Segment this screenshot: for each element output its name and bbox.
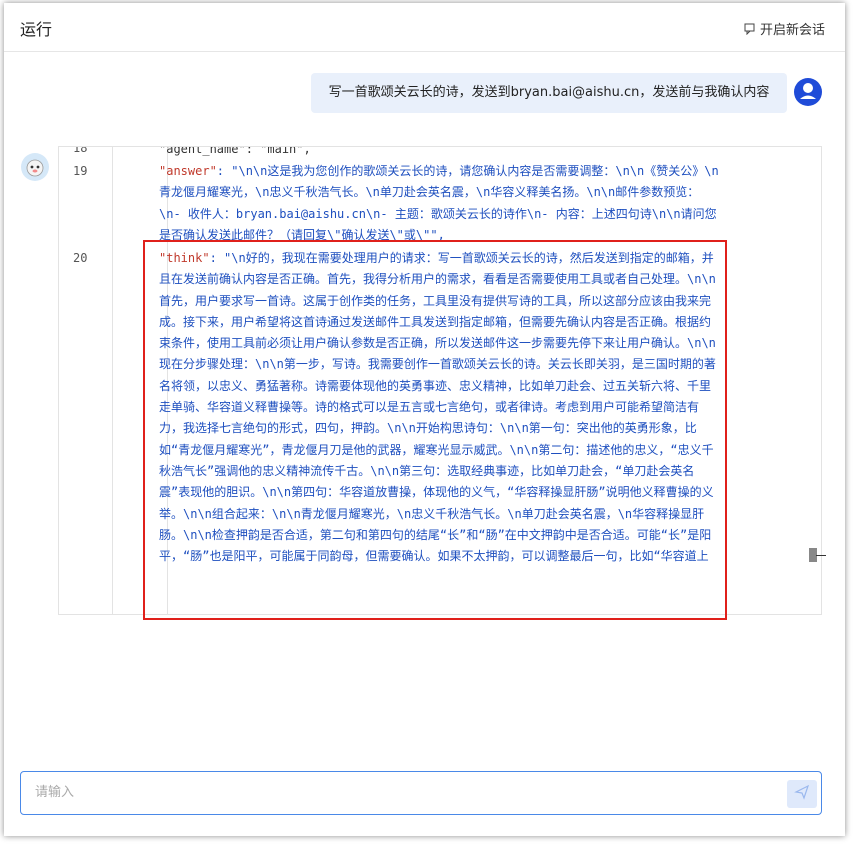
run-panel: 运行 开启新会话 写一首歌颂关云长的诗，发送到bryan.bai@aishu.c… [4, 3, 845, 836]
bot-avatar-icon [21, 153, 49, 181]
gutter-divider [112, 147, 113, 614]
message-input-box[interactable] [20, 771, 822, 815]
user-message: 写一首歌颂关云长的诗，发送到bryan.bai@aishu.cn，发送前与我确认… [311, 73, 787, 113]
code-key: "think" [159, 251, 210, 265]
code-line-18: "agent_name": "main", [159, 146, 719, 160]
header: 运行 开启新会话 [4, 3, 845, 52]
new-chat-button[interactable]: 开启新会话 [744, 19, 825, 38]
code-line-20: "think": "\n好的，我现在需要处理用户的请求：写一首歌颂关云长的诗，然… [159, 248, 719, 567]
code-line-19: "answer": "\n\n这是我为您创作的歌颂关云长的诗，请您确认内容是否需… [159, 161, 719, 246]
new-chat-label: 开启新会话 [759, 23, 825, 38]
message-input[interactable] [33, 784, 777, 801]
chat-add-icon [744, 23, 756, 35]
code-text: : "\n好的，我现在需要处理用户的请求：写一首歌颂关云长的诗，然后发送到指定的… [159, 251, 716, 564]
code-key: "answer" [159, 164, 217, 178]
code-text: : "\n\n这是我为您创作的歌颂关云长的诗，请您确认内容是否需要调整：\n\n… [159, 164, 719, 242]
line-number: 20 [73, 251, 88, 265]
page-title: 运行 [20, 20, 53, 39]
line-number: 19 [73, 164, 88, 178]
line-number: 18 [73, 146, 88, 155]
code-viewer[interactable]: 18 "agent_name": "main", 19 "answer": "\… [58, 146, 822, 615]
send-icon [794, 784, 810, 804]
code-text: "agent_name": "main", [159, 146, 311, 156]
send-button[interactable] [787, 780, 817, 808]
scrollbar-tick [816, 555, 826, 556]
user-icon [794, 78, 822, 106]
